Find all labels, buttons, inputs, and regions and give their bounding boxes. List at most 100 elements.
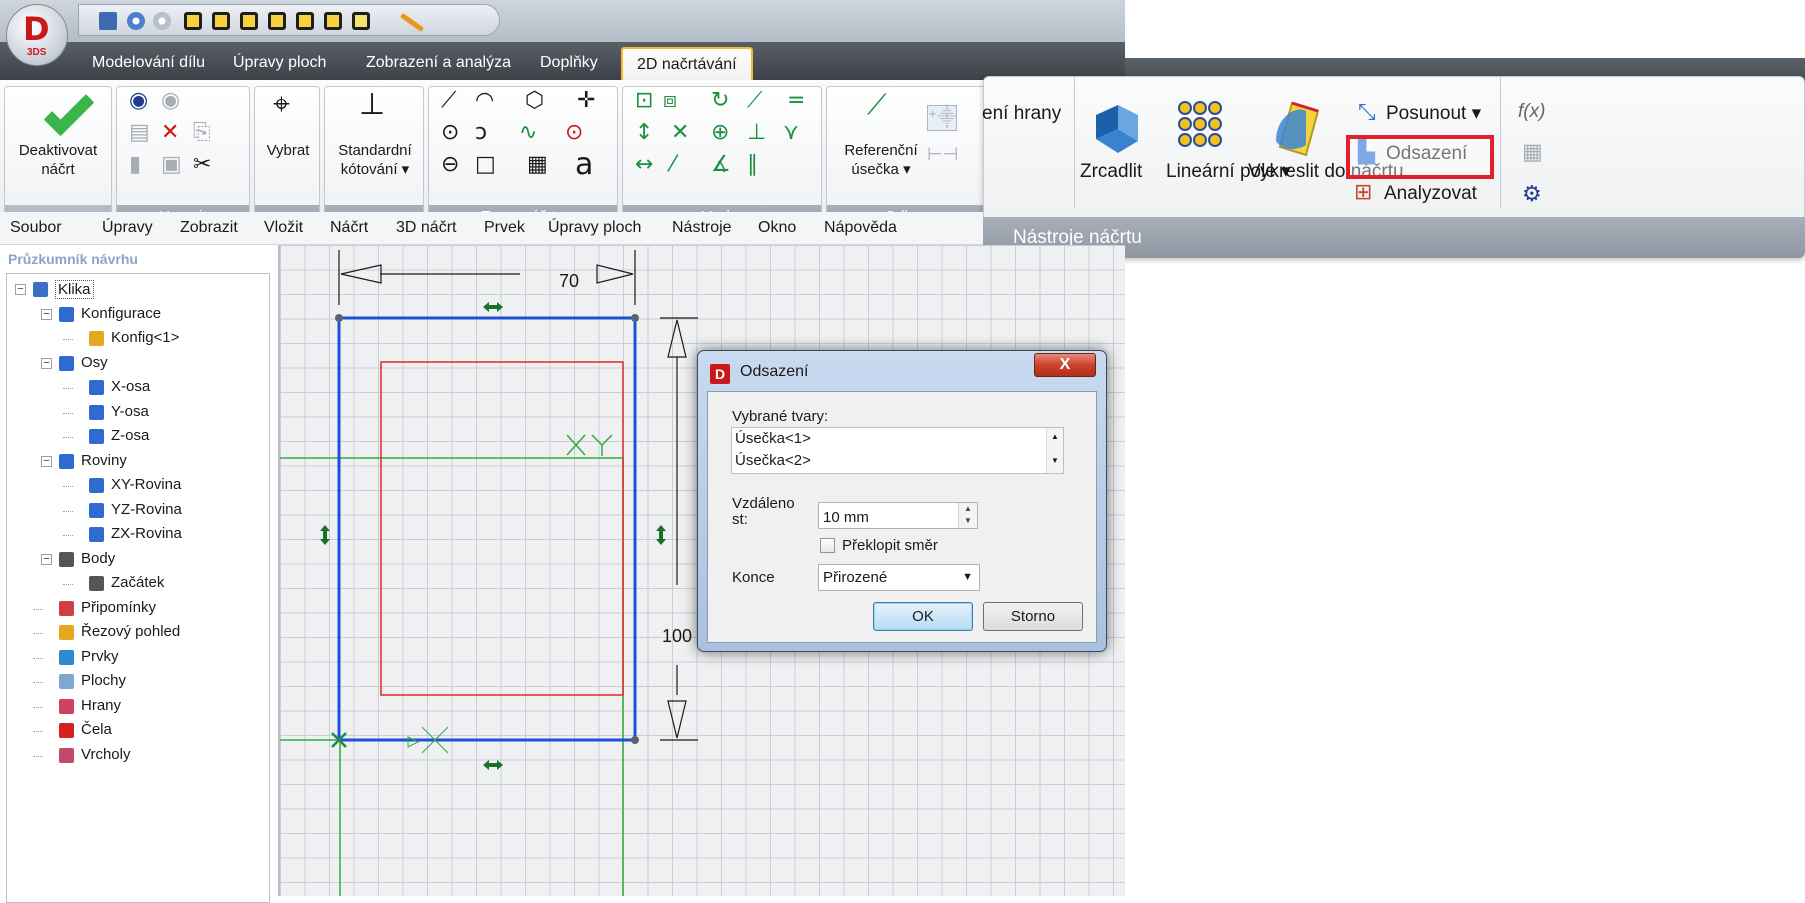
spline-icon[interactable]: ∿ (519, 121, 537, 145)
copy-icon[interactable]: ▤ (129, 121, 150, 145)
analyze-button[interactable]: Analyzovat (1384, 181, 1477, 207)
tree-expand-toggle[interactable]: − (41, 553, 52, 565)
spiral-icon[interactable]: ↄ (475, 121, 487, 145)
tree-node[interactable]: Připomínky (81, 599, 156, 616)
select-button[interactable]: Vybrat (257, 141, 319, 160)
tab-part-modeling[interactable]: Modelování dílu (92, 54, 205, 72)
snap-icon[interactable]: ⁺⸎ (927, 105, 958, 131)
duplicate-icon[interactable]: ▮ (129, 153, 141, 177)
tree-node[interactable]: Klika (55, 280, 94, 299)
menu-surface-edit[interactable]: Úpravy ploch (548, 219, 641, 237)
clipboard-icon[interactable]: ▣ (161, 153, 182, 177)
flip-direction-checkbox[interactable] (820, 538, 835, 553)
tree-expand-toggle[interactable]: − (15, 284, 26, 295)
parallel-icon[interactable]: ⟋ (747, 89, 762, 113)
text-icon[interactable]: a (575, 150, 593, 180)
midpoint-icon[interactable]: ✕ (671, 121, 689, 145)
coincident-icon[interactable]: ⧈ (663, 89, 677, 113)
drawing-cube-icon[interactable] (268, 12, 286, 30)
circle-icon[interactable]: ⊙ (441, 121, 459, 145)
undo-icon[interactable] (127, 12, 145, 30)
point-icon[interactable]: ✛ (577, 89, 595, 113)
polygon-icon[interactable]: ⬡ (525, 89, 544, 113)
menu-file[interactable]: Soubor (10, 219, 62, 237)
vertical-icon[interactable]: ↕ (635, 121, 653, 145)
selected-shapes-list[interactable]: Úsečka<1> Úsečka<2> ▲ ▼ (731, 427, 1064, 474)
perpendicular-icon[interactable]: ⊥ (747, 121, 766, 145)
standard-dimension-button[interactable]: Standardní kótování ▾ (327, 141, 423, 179)
app-logo[interactable]: D 3DS (6, 4, 68, 66)
tree-node[interactable]: Konfigurace (81, 305, 161, 322)
tree-expand-toggle[interactable]: − (41, 455, 52, 467)
tree-node[interactable]: X-osa (111, 378, 150, 395)
horizontal-icon[interactable]: ↔ (635, 153, 653, 177)
distance-spinner[interactable]: ▲ ▼ (958, 503, 977, 528)
tool-icon[interactable]: ⚙ (1522, 183, 1542, 207)
menu-help[interactable]: Nápověda (824, 219, 897, 237)
ends-select[interactable]: Přirozené ▼ (818, 564, 980, 591)
tree-node[interactable]: Konfig<1> (111, 329, 179, 346)
symmetric-icon[interactable]: ⋎ (783, 121, 799, 145)
tree-node[interactable]: Body (81, 550, 115, 567)
dialog-close-button[interactable]: X (1034, 353, 1096, 377)
cancel-button[interactable]: Storno (983, 602, 1083, 631)
ellipse-center-icon[interactable]: ⊖ (441, 153, 459, 177)
tree-node[interactable]: ZX-Rovina (111, 525, 182, 542)
pencil-icon[interactable] (399, 12, 425, 33)
new-cube-icon[interactable] (352, 12, 370, 30)
tab-addons[interactable]: Doplňky (540, 54, 598, 72)
mirror-button[interactable]: Zrcadlit (1080, 159, 1142, 185)
part-cube-icon[interactable] (184, 12, 202, 30)
grid-icon[interactable]: ▦ (1522, 141, 1543, 165)
list-item[interactable]: Úsečka<1> (735, 430, 811, 447)
tree-node[interactable]: Hrany (81, 697, 121, 714)
distance-input[interactable] (818, 502, 978, 529)
tree-node[interactable]: XY-Rovina (111, 476, 181, 493)
angle-icon[interactable]: ∡ (711, 153, 731, 177)
menu-feature[interactable]: Prvek (484, 219, 525, 237)
fix-icon[interactable]: ⊡ (635, 89, 653, 113)
tree-node[interactable]: Osy (81, 354, 108, 371)
reference-line-button[interactable]: Referenční úsečka ▾ (821, 141, 941, 179)
redo-icon[interactable]: ◉ (161, 89, 180, 113)
partial-label[interactable]: ení hrany (982, 101, 1061, 127)
assembly-cube-icon[interactable] (212, 12, 230, 30)
tree-expand-toggle[interactable]: − (41, 357, 52, 369)
tab-surface-edit[interactable]: Úpravy ploch (233, 54, 326, 72)
fx-button[interactable]: f(x) (1518, 99, 1545, 125)
menu-3d-sketch[interactable]: 3D náčrt (396, 219, 456, 237)
tree-node[interactable]: Řezový pohled (81, 623, 180, 640)
fill-icon[interactable]: ▦ (527, 153, 548, 177)
dimension-small-icon[interactable]: ⊢⊣ (927, 143, 958, 167)
menu-edit[interactable]: Úpravy (102, 219, 153, 237)
tree-node[interactable]: YZ-Rovina (111, 501, 182, 518)
draw-to-sketch-button[interactable]: Vykreslit do náčrtu (1248, 159, 1404, 185)
sheet-cube-icon[interactable] (296, 12, 314, 30)
tree-node[interactable]: Čela (81, 721, 112, 738)
sketch-cube-icon[interactable] (240, 12, 258, 30)
menu-insert[interactable]: Vložit (264, 219, 303, 237)
tree-node[interactable]: Roviny (81, 452, 127, 469)
tree-node[interactable]: Y-osa (111, 403, 149, 420)
tree-node[interactable]: Plochy (81, 672, 126, 689)
save-icon[interactable] (99, 12, 117, 30)
rectangle-icon[interactable]: □ (475, 153, 496, 177)
scroll-down-icon[interactable]: ▼ (1051, 456, 1059, 465)
tab-2d-sketching[interactable]: 2D načrtávání (621, 47, 753, 81)
linear-pattern-button[interactable]: Lineární pole ▾ (1166, 159, 1291, 185)
tab-view-analysis[interactable]: Zobrazení a analýza (366, 54, 511, 72)
tree-node[interactable]: Prvky (81, 648, 119, 665)
ok-button[interactable]: OK (873, 602, 973, 631)
parallel-lines-icon[interactable]: ∥ (747, 153, 758, 177)
deactivate-sketch-button[interactable]: Deaktivovat náčrt (9, 141, 107, 179)
weld-cube-icon[interactable] (324, 12, 342, 30)
menu-tools[interactable]: Nástroje (672, 219, 732, 237)
tree-node[interactable]: Vrcholy (81, 746, 130, 763)
tree-node[interactable]: Z-osa (111, 427, 149, 444)
scissors-icon[interactable]: ✂ (193, 153, 211, 177)
move-button[interactable]: Posunout ▾ (1386, 101, 1481, 127)
tree-expand-toggle[interactable]: − (41, 308, 52, 320)
ellipse-icon[interactable]: ⊙ (565, 121, 583, 145)
undo-icon[interactable]: ◉ (129, 89, 148, 113)
list-item[interactable]: Úsečka<2> (735, 452, 811, 469)
